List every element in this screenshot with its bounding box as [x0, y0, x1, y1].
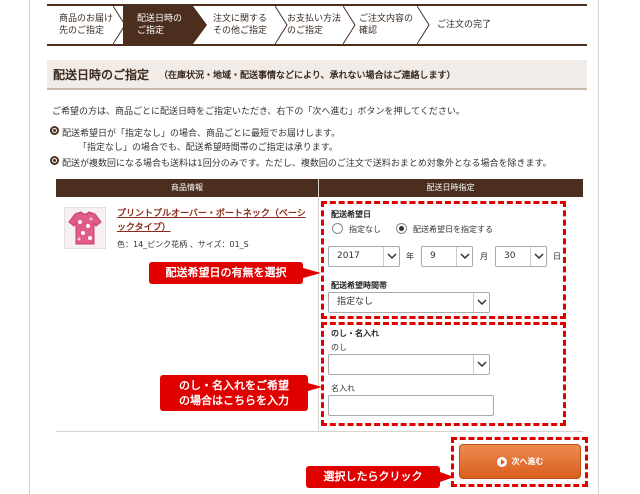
- product-thumbnail[interactable]: [64, 207, 106, 249]
- note-item-2: 「指定なし」の場合でも、配送希望時間帯のご指定は承ります。: [78, 140, 338, 153]
- col-delivery-header: 配送日時指定: [426, 183, 475, 192]
- note-text-2: 「指定なし」の場合でも、配送希望時間帯のご指定は承ります。: [78, 143, 338, 153]
- callout-click-pointer: [440, 472, 454, 482]
- play-icon: [496, 456, 507, 467]
- next-button-label: 次へ進む: [511, 457, 544, 466]
- step-2-active: 配送日時の ご指定: [123, 6, 193, 44]
- note-text-3: 配送が複数回になる場合も送料は1回分のみです。ただし、複数回のご注文で送料おまと…: [62, 159, 552, 169]
- step-1-divider: [113, 6, 126, 44]
- callout-click: 選択したらクリック: [306, 466, 440, 488]
- highlight-date-area: [321, 201, 566, 319]
- checkout-steps: 商品のお届け 先のご指定 配送日時の ご指定 注文に関する その他ご指定 お支払…: [47, 4, 587, 46]
- callout-noshi: のし・名入れをご希望 の場合はこちらを入力: [160, 375, 308, 411]
- highlight-noshi-area: [321, 322, 566, 426]
- product-meta: 色：14_ピンク花柄 、サイズ：01_S: [117, 240, 249, 249]
- table-divider: [318, 179, 319, 432]
- table-header: 商品情報 配送日時指定: [56, 179, 583, 197]
- callout-date-pointer: [303, 268, 321, 278]
- step-5-divider: [417, 6, 430, 44]
- step-1-label: 商品のお届け 先のご指定: [59, 14, 114, 36]
- step-active-arrow: [193, 6, 207, 44]
- section-title: 配送日時のご指定: [53, 67, 150, 82]
- shirt-icon: [68, 211, 102, 245]
- step-4-label: お支払い方法 のご指定: [287, 14, 342, 36]
- callout-date: 配送希望日の有無を選択: [149, 262, 303, 284]
- bullet-icon: [50, 156, 59, 165]
- note-text-1: 配送希望日が「指定なし」の場合、商品ごとに最短でお届けします。: [62, 129, 341, 139]
- note-item-3: 配送が複数回になる場合も送料は1回分のみです。ただし、複数回のご注文で送料おまと…: [50, 156, 552, 169]
- bullet-icon: [50, 126, 59, 135]
- step-6-label: ご注文の完了: [437, 20, 492, 30]
- section-heading: 配送日時のご指定 （在庫状況・地域・配送事情などにより、承れない場合はご連絡しま…: [47, 60, 587, 90]
- step-2-label: 配送日時の ご指定: [137, 14, 183, 36]
- note-item-1: 配送希望日が「指定なし」の場合、商品ごとに最短でお届けします。: [50, 126, 341, 139]
- section-note: （在庫状況・地域・配送事情などにより、承れない場合はご連絡します）: [159, 70, 456, 81]
- col-product-header: 商品情報: [171, 183, 203, 192]
- product-name-link[interactable]: プリントプルオーバー・ボートネック（ベーシックタイプ）: [117, 207, 312, 235]
- intro-text: ご希望の方は、商品ごとに配送日時をご指定いただき、右下の「次へ進む」ボタンを押し…: [52, 107, 465, 117]
- next-button[interactable]: 次へ進む: [459, 444, 581, 479]
- step-4-divider: [343, 6, 356, 44]
- step-5-label: ご注文内容の 確認: [359, 14, 414, 36]
- callout-noshi-pointer: [308, 383, 322, 391]
- step-6: ご注文の完了: [437, 6, 517, 44]
- step-3-label: 注文に関する その他ご指定: [213, 14, 268, 36]
